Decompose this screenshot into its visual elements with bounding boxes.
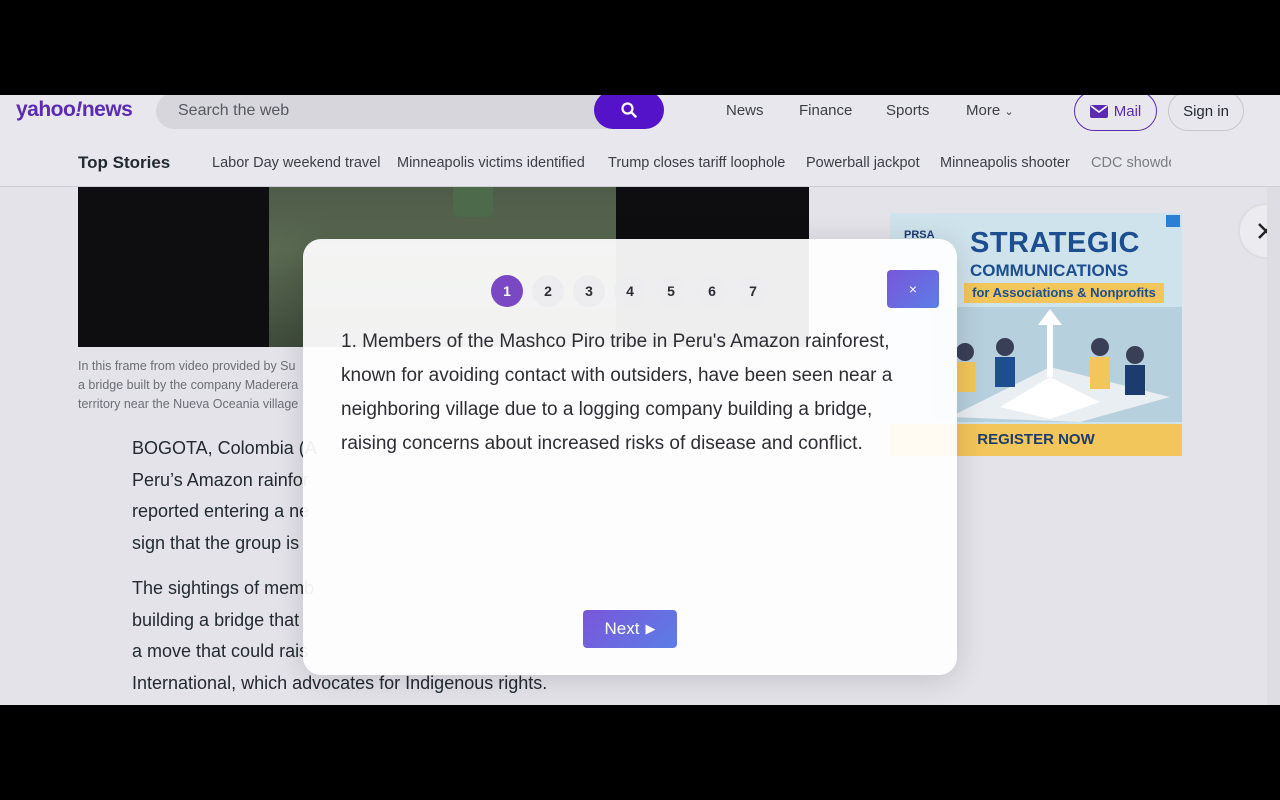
nav-news[interactable]: News [726, 102, 764, 119]
mail-label: Mail [1113, 102, 1142, 120]
next-button[interactable]: Next ▶ [583, 610, 677, 648]
mail-icon [1089, 104, 1108, 118]
mail-button[interactable]: Mail [1074, 95, 1157, 131]
summary-modal: 1 2 3 4 5 6 7 × 1. Members of the Mashco… [303, 239, 957, 675]
trending-link[interactable]: CDC showdo [1091, 155, 1171, 171]
page-scrollbar[interactable] [1267, 187, 1280, 705]
ad-illustration [930, 307, 1182, 422]
search-input[interactable] [178, 95, 578, 129]
play-icon: ▶ [645, 621, 656, 636]
step-button[interactable]: 5 [655, 275, 687, 307]
step-button[interactable]: 3 [573, 275, 605, 307]
step-button[interactable]: 2 [532, 275, 564, 307]
video-caption: In this frame from video provided by Su … [78, 357, 328, 414]
trending-link[interactable]: Minneapolis shooter [940, 155, 1070, 171]
step-indicator: 1 2 3 4 5 6 7 [491, 275, 769, 307]
trending-link[interactable]: Trump closes tariff loophole [608, 155, 785, 171]
nav-finance[interactable]: Finance [799, 102, 852, 119]
caption-line: In this frame from video provided by Su [78, 359, 296, 373]
top-stories-title: Top Stories [78, 153, 171, 172]
ad-title: STRATEGIC [970, 227, 1140, 259]
yahoo-news-logo[interactable]: yahoo!news [16, 98, 133, 122]
caption-line: territory near the Nueva Oceania village [78, 397, 299, 411]
trending-link[interactable]: Powerball jackpot [806, 155, 920, 171]
browser-viewport: yahoo!news News Finance Sports More ⌄ Ma… [0, 95, 1280, 705]
search-button[interactable] [594, 95, 664, 129]
search-icon [621, 102, 637, 118]
trending-link[interactable]: Labor Day weekend travel [212, 155, 380, 171]
nav-more[interactable]: More ⌄ [966, 102, 1014, 119]
nav-more-label: More [966, 102, 1001, 119]
person-figure [453, 187, 493, 217]
step-button[interactable]: 1 [491, 275, 523, 307]
puzzle-illustration [950, 309, 1170, 422]
trending-link[interactable]: Minneapolis victims identified [397, 155, 585, 171]
step-button[interactable]: 7 [737, 275, 769, 307]
nav-sports[interactable]: Sports [886, 102, 929, 119]
logo-main: yahoo [16, 98, 76, 121]
sign-in-button[interactable]: Sign in [1168, 95, 1244, 131]
modal-close-button[interactable]: × [887, 270, 939, 308]
ad-choices-icon[interactable] [1166, 215, 1180, 227]
next-label: Next [604, 619, 640, 638]
step-button[interactable]: 6 [696, 275, 728, 307]
summary-text: 1. Members of the Mashco Piro tribe in P… [341, 331, 893, 454]
logo-suffix: news [81, 98, 133, 121]
site-header: yahoo!news News Finance Sports More ⌄ Ma… [0, 95, 1280, 187]
ad-subtitle: COMMUNICATIONS [970, 261, 1129, 280]
step-button[interactable]: 4 [614, 275, 646, 307]
chevron-down-icon: ⌄ [1004, 106, 1014, 118]
ad-strip: for Associations & Nonprofits [964, 283, 1164, 303]
caption-line: a bridge built by the company Maderera [78, 378, 299, 392]
search-bar [156, 95, 664, 129]
